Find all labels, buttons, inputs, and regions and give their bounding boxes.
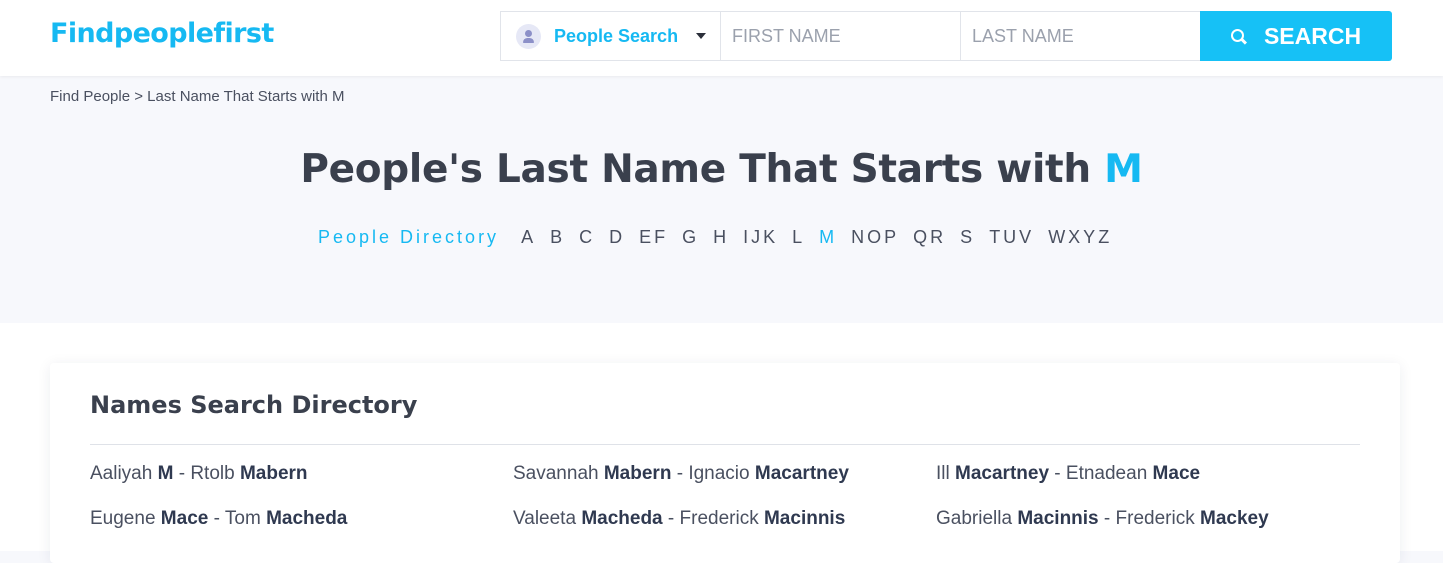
divider [90,444,1360,445]
name-pair: Savannah Mabern - Ignacio Macartney [513,463,936,508]
search-button-label: SEARCH [1263,22,1362,49]
first-name: Valeeta [513,508,577,529]
letter-link-h[interactable]: H [713,227,729,248]
name-pair: Aaliyah M - Rtolb Mabern [90,463,513,508]
dash-separator: - [208,508,225,529]
letter-link-tuv[interactable]: TUV [989,227,1034,248]
name-link[interactable]: Frederick Mackey [1116,508,1269,529]
first-name: Frederick [1115,508,1195,529]
alphabet-nav: People Directory A B C D EF G H IJK L M … [318,227,1126,248]
search-type-dropdown[interactable]: People Search [500,11,720,61]
letter-link-qr[interactable]: QR [913,227,946,248]
search-type-label: People Search [554,25,679,46]
name-pair: Gabriella Macinnis - Frederick Mackey [936,508,1359,553]
letter-link-nop[interactable]: NOP [851,227,899,248]
name-link[interactable]: Savannah Mabern [513,463,671,484]
name-link[interactable]: Rtolb Mabern [190,463,307,484]
name-pair: Ill Macartney - Etnadean Mace [936,463,1359,508]
first-name-input[interactable] [720,11,960,61]
first-name: Gabriella [936,508,1013,529]
dash-separator: - [671,463,689,484]
search-button[interactable]: SEARCH [1200,11,1392,61]
dash-separator: - [662,508,680,529]
last-name: Macartney [754,463,849,484]
letter-link-c[interactable]: C [579,227,595,248]
chevron-down-icon [696,33,707,39]
breadcrumb: Find People > Last Name That Starts with… [50,88,344,105]
name-link[interactable]: Etnadean Mace [1066,463,1200,484]
letter-link-wxyz[interactable]: WXYZ [1048,227,1112,248]
first-name: Frederick [679,508,759,529]
directory-title: Names Search Directory [90,391,418,419]
last-name: Mabern [239,463,308,484]
name-link[interactable]: Ignacio Macartney [688,463,849,484]
last-name: Mace [160,508,209,529]
name-link[interactable]: Frederick Macinnis [680,508,846,529]
breadcrumb-home-link[interactable]: Find People [50,88,130,105]
first-name: Etnadean [1065,463,1148,484]
dash-separator: - [1098,508,1116,529]
site-logo[interactable]: Findpeoplefirst [50,18,274,49]
search-bar: People Search SEARCH [500,11,1392,61]
first-name: Aaliyah [90,463,153,484]
name-pair: Valeeta Macheda - Frederick Macinnis [513,508,936,553]
dash-separator: - [173,463,191,484]
first-name: Rtolb [190,463,235,484]
letter-link-g[interactable]: G [682,227,699,248]
letter-link-a[interactable]: A [521,227,536,248]
name-link[interactable]: Valeeta Macheda [513,508,663,529]
letter-link-ijk[interactable]: IJK [743,227,778,248]
name-link[interactable]: Ill Macartney [936,463,1049,484]
name-link[interactable]: Gabriella Macinnis [936,508,1099,529]
first-name: Ignacio [688,463,750,484]
name-link[interactable]: Tom Macheda [225,508,348,529]
people-directory-link[interactable]: People Directory [318,227,499,248]
last-name: Macheda [266,508,348,529]
name-link[interactable]: Aaliyah M [90,463,173,484]
breadcrumb-current: Last Name That Starts with M [147,88,345,105]
last-name: Macinnis [763,508,846,529]
name-pair: Eugene Mace - Tom Macheda [90,508,513,553]
name-link[interactable]: Eugene Mace [90,508,208,529]
last-name: Mackey [1200,508,1269,529]
last-name: Macartney [955,463,1050,484]
site-header: Findpeoplefirst People Search SEARCH [0,0,1443,76]
first-name: Tom [224,508,261,529]
last-name: Macinnis [1017,508,1099,529]
letter-link-b[interactable]: B [550,227,565,248]
first-name: Ill [936,463,950,484]
page-title-text: People's Last Name That Starts with [300,147,1105,192]
dash-separator: - [1049,463,1066,484]
first-name: Eugene [90,508,156,529]
letter-link-l[interactable]: L [792,227,805,248]
names-list: Aaliyah M - Rtolb Mabern Savannah Mabern… [90,463,1370,553]
breadcrumb-separator: > [130,88,148,105]
person-icon [516,23,541,49]
search-icon [1230,28,1246,44]
letter-link-d[interactable]: D [609,227,625,248]
letter-link-m[interactable]: M [819,227,837,248]
last-name-input[interactable] [960,11,1200,61]
names-directory-card: Names Search Directory Aaliyah M - Rtolb… [50,363,1400,563]
first-name: Savannah [513,463,599,484]
last-name: Mace [1152,463,1201,484]
last-name: Mabern [603,463,672,484]
page-title-letter: M [1104,147,1143,192]
last-name: M [157,463,174,484]
letter-link-ef[interactable]: EF [639,227,668,248]
page-title: People's Last Name That Starts with M [0,147,1443,192]
letter-link-s[interactable]: S [960,227,975,248]
names-row: Aaliyah M - Rtolb Mabern Savannah Mabern… [90,463,1370,508]
last-name: Macheda [581,508,663,529]
names-row: Eugene Mace - Tom Macheda Valeeta Mached… [90,508,1370,553]
